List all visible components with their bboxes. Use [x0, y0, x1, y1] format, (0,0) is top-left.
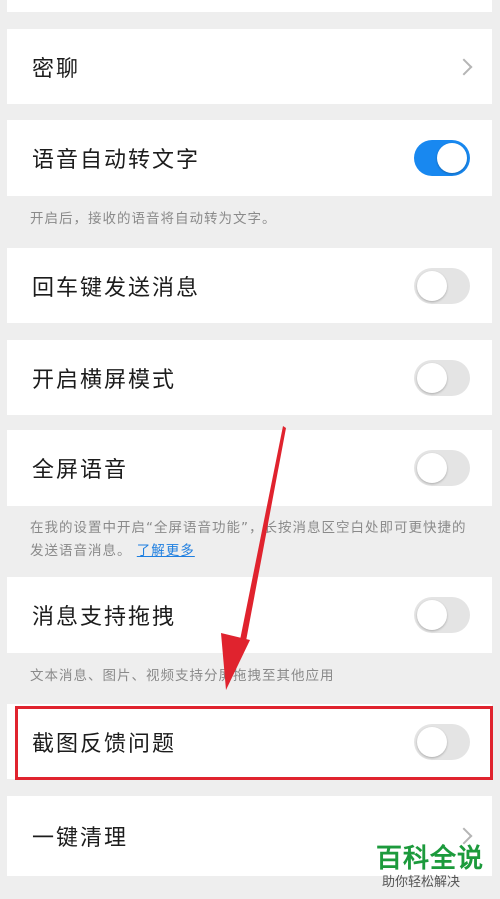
drag-label: 消息支持拖拽 [32, 605, 177, 630]
enter-send-toggle[interactable] [414, 267, 470, 304]
drag-note: 文本消息、图片、视频支持分屏拖拽至其他应用 [30, 668, 335, 684]
fullscreen-voice-note-text: 在我的设置中开启“全屏语音功能”，长按消息区空白处即可更快捷的发送语音消息。 [30, 520, 467, 559]
toggle-knob [437, 143, 467, 173]
voice-to-text-row[interactable]: 语音自动转文字 [7, 120, 492, 196]
toggle-knob [417, 362, 447, 393]
enter-send-row[interactable]: 回车键发送消息 [7, 248, 492, 323]
watermark-logo: 百科全说 [376, 844, 485, 874]
highlight-box [15, 706, 493, 780]
fullscreen-voice-toggle[interactable] [414, 450, 470, 486]
fullscreen-voice-note: 在我的设置中开启“全屏语音功能”，长按消息区空白处即可更快捷的发送语音消息。 了… [30, 517, 470, 563]
watermark-subtitle: 助你轻松解决 [382, 875, 461, 890]
toggle-knob [417, 600, 447, 630]
fullscreen-voice-row[interactable]: 全屏语音 [7, 430, 492, 506]
voice-to-text-toggle[interactable] [414, 140, 470, 176]
voice-to-text-note: 开启后，接收的语音将自动转为文字。 [30, 211, 277, 227]
landscape-toggle[interactable] [414, 359, 470, 396]
voice-to-text-label: 语音自动转文字 [32, 148, 201, 173]
toggle-knob [417, 453, 447, 483]
previous-card [7, 0, 492, 12]
drag-row[interactable]: 消息支持拖拽 [7, 577, 492, 653]
landscape-row[interactable]: 开启横屏模式 [7, 340, 492, 415]
toggle-knob [417, 270, 447, 301]
chevron-right-icon [455, 58, 473, 75]
learn-more-link[interactable]: 了解更多 [137, 543, 195, 559]
secret-chat-label: 密聊 [32, 56, 81, 82]
secret-chat-row[interactable]: 密聊 [7, 29, 492, 104]
enter-send-label: 回车键发送消息 [32, 275, 201, 301]
landscape-label: 开启横屏模式 [32, 367, 177, 393]
clean-label: 一键清理 [32, 826, 129, 851]
drag-toggle[interactable] [414, 597, 470, 633]
fullscreen-voice-label: 全屏语音 [32, 458, 129, 483]
